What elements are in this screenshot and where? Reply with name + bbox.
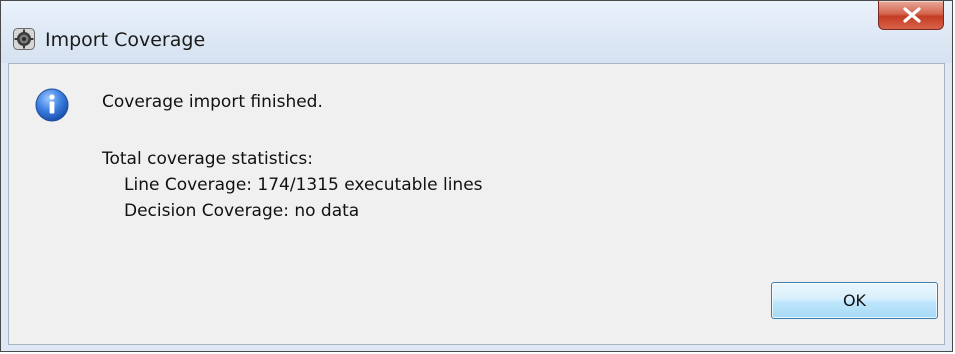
coverage-statistics: Total coverage statistics: Line Coverage…: [102, 146, 483, 224]
decision-coverage-text: Decision Coverage: no data: [124, 201, 360, 221]
message-text: Coverage import finished.: [102, 92, 323, 112]
dialog-content: Coverage import finished. Total coverage…: [8, 63, 945, 345]
line-coverage-text: Line Coverage: 174/1315 executable lines: [124, 175, 483, 195]
info-icon: [35, 88, 69, 122]
window-title: Import Coverage: [45, 29, 206, 51]
title-bar[interactable]: Import Coverage: [1, 1, 952, 63]
close-icon: [903, 7, 921, 23]
close-button[interactable]: [878, 1, 944, 30]
stats-heading: Total coverage statistics:: [102, 149, 313, 169]
ok-button[interactable]: OK: [771, 282, 938, 319]
import-coverage-dialog: Import Coverage Coverage import finished…: [0, 0, 953, 352]
app-gear-icon: [13, 28, 35, 50]
